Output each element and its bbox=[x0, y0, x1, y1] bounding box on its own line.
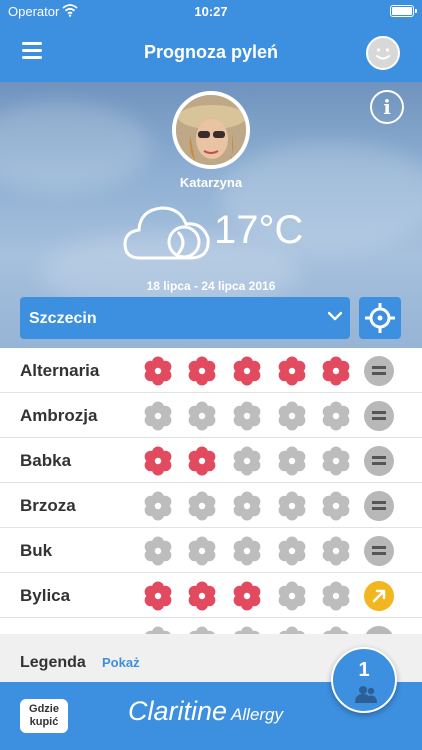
trend-steady-icon[interactable] bbox=[364, 401, 394, 431]
pollen-row[interactable]: Babka bbox=[0, 438, 422, 483]
flower-icon bbox=[142, 445, 174, 477]
flower-icon bbox=[186, 355, 218, 387]
where-to-buy-button[interactable]: Gdzie kupić bbox=[20, 699, 68, 733]
flower-icon bbox=[186, 580, 218, 612]
flower-icon bbox=[320, 580, 352, 612]
status-time: 10:27 bbox=[194, 4, 228, 19]
info-icon[interactable]: i bbox=[370, 90, 404, 124]
battery-icon bbox=[390, 5, 417, 17]
crosshair-icon bbox=[365, 303, 395, 333]
trend-steady-icon[interactable] bbox=[364, 626, 394, 634]
pollen-row[interactable]: Alternaria bbox=[0, 348, 422, 393]
pollen-row[interactable]: Bylica bbox=[0, 573, 422, 618]
pollen-name: Buk bbox=[20, 541, 53, 560]
cloud-moon-icon bbox=[123, 206, 210, 260]
flower-icon bbox=[142, 625, 174, 634]
flower-icon bbox=[231, 355, 263, 387]
people-icon bbox=[355, 686, 377, 703]
flower-icon bbox=[142, 490, 174, 522]
trend-steady-icon[interactable] bbox=[364, 356, 394, 386]
brand-name: Claritine bbox=[128, 696, 228, 726]
flower-icon bbox=[186, 535, 218, 567]
locate-button[interactable] bbox=[359, 297, 401, 339]
legend-title: Legenda bbox=[20, 654, 86, 671]
date-range: 18 lipca - 24 lipca 2016 bbox=[146, 279, 276, 293]
brand-logo: Claritine Allergy bbox=[128, 696, 283, 727]
flower-icon bbox=[142, 355, 174, 387]
pollen-row[interactable]: Ambrozja bbox=[0, 393, 422, 438]
flower-icon bbox=[320, 625, 352, 634]
people-count: 1 bbox=[358, 659, 370, 681]
pollen-name: Bylica bbox=[20, 586, 71, 605]
where-to-buy-line1: Gdzie bbox=[29, 703, 59, 715]
trend-steady-icon[interactable] bbox=[364, 491, 394, 521]
trend-steady-icon[interactable] bbox=[364, 536, 394, 566]
flower-icon bbox=[142, 580, 174, 612]
flower-icon bbox=[276, 580, 308, 612]
flower-icon bbox=[142, 535, 174, 567]
flower-icon bbox=[231, 535, 263, 567]
pollen-name: Alternaria bbox=[20, 361, 100, 380]
people-count-button[interactable]: 1 bbox=[331, 647, 397, 713]
city-select-value: Szczecin bbox=[29, 310, 97, 327]
flower-icon bbox=[231, 445, 263, 477]
page-title: Prognoza pyleń bbox=[143, 42, 278, 62]
status-bar: Operator 10:27 bbox=[0, 0, 422, 22]
where-to-buy-line2: kupić bbox=[29, 716, 59, 728]
pollen-name: Babka bbox=[20, 451, 72, 470]
nav-bar: Prognoza pyleń bbox=[0, 22, 422, 82]
flower-icon bbox=[276, 490, 308, 522]
flower-icon bbox=[186, 490, 218, 522]
brand-sub: Allergy bbox=[231, 705, 284, 724]
flower-icon bbox=[231, 490, 263, 522]
flower-icon bbox=[276, 535, 308, 567]
flower-icon bbox=[186, 445, 218, 477]
flower-icon bbox=[320, 400, 352, 432]
flower-icon bbox=[320, 445, 352, 477]
pollen-list: Alternaria Ambrozja Babka Brzoza Buk Bylica bbox=[0, 348, 422, 634]
flower-icon bbox=[142, 400, 174, 432]
pollen-name: Ambrozja bbox=[20, 406, 98, 425]
trend-steady-icon[interactable] bbox=[364, 446, 394, 476]
temperature: 17°C bbox=[214, 208, 304, 252]
flower-icon bbox=[320, 535, 352, 567]
flower-icon bbox=[276, 355, 308, 387]
smiley-icon[interactable] bbox=[366, 36, 400, 70]
flower-icon bbox=[276, 445, 308, 477]
flower-icon bbox=[276, 400, 308, 432]
city-select[interactable]: Szczecin bbox=[20, 297, 350, 339]
avatar[interactable] bbox=[172, 91, 250, 169]
legend-show-link[interactable]: Pokaż bbox=[102, 655, 140, 670]
chevron-down-icon bbox=[328, 311, 342, 321]
weather-hero: i Katarzyna 17°C 18 lipca - 24 lipca 201… bbox=[0, 82, 422, 348]
flower-icon bbox=[231, 400, 263, 432]
flower-icon bbox=[276, 625, 308, 634]
flower-icon bbox=[231, 625, 263, 634]
flower-icon bbox=[320, 490, 352, 522]
flower-icon bbox=[231, 580, 263, 612]
flower-icon bbox=[186, 400, 218, 432]
user-name: Katarzyna bbox=[179, 175, 243, 190]
pollen-row[interactable]: Brzoza bbox=[0, 483, 422, 528]
trend-up-icon[interactable] bbox=[364, 581, 394, 611]
pollen-name: Brzoza bbox=[20, 496, 76, 515]
flower-icon bbox=[320, 355, 352, 387]
pollen-row[interactable]: Buk bbox=[0, 528, 422, 573]
pollen-row[interactable] bbox=[0, 618, 422, 634]
flower-icon bbox=[186, 625, 218, 634]
